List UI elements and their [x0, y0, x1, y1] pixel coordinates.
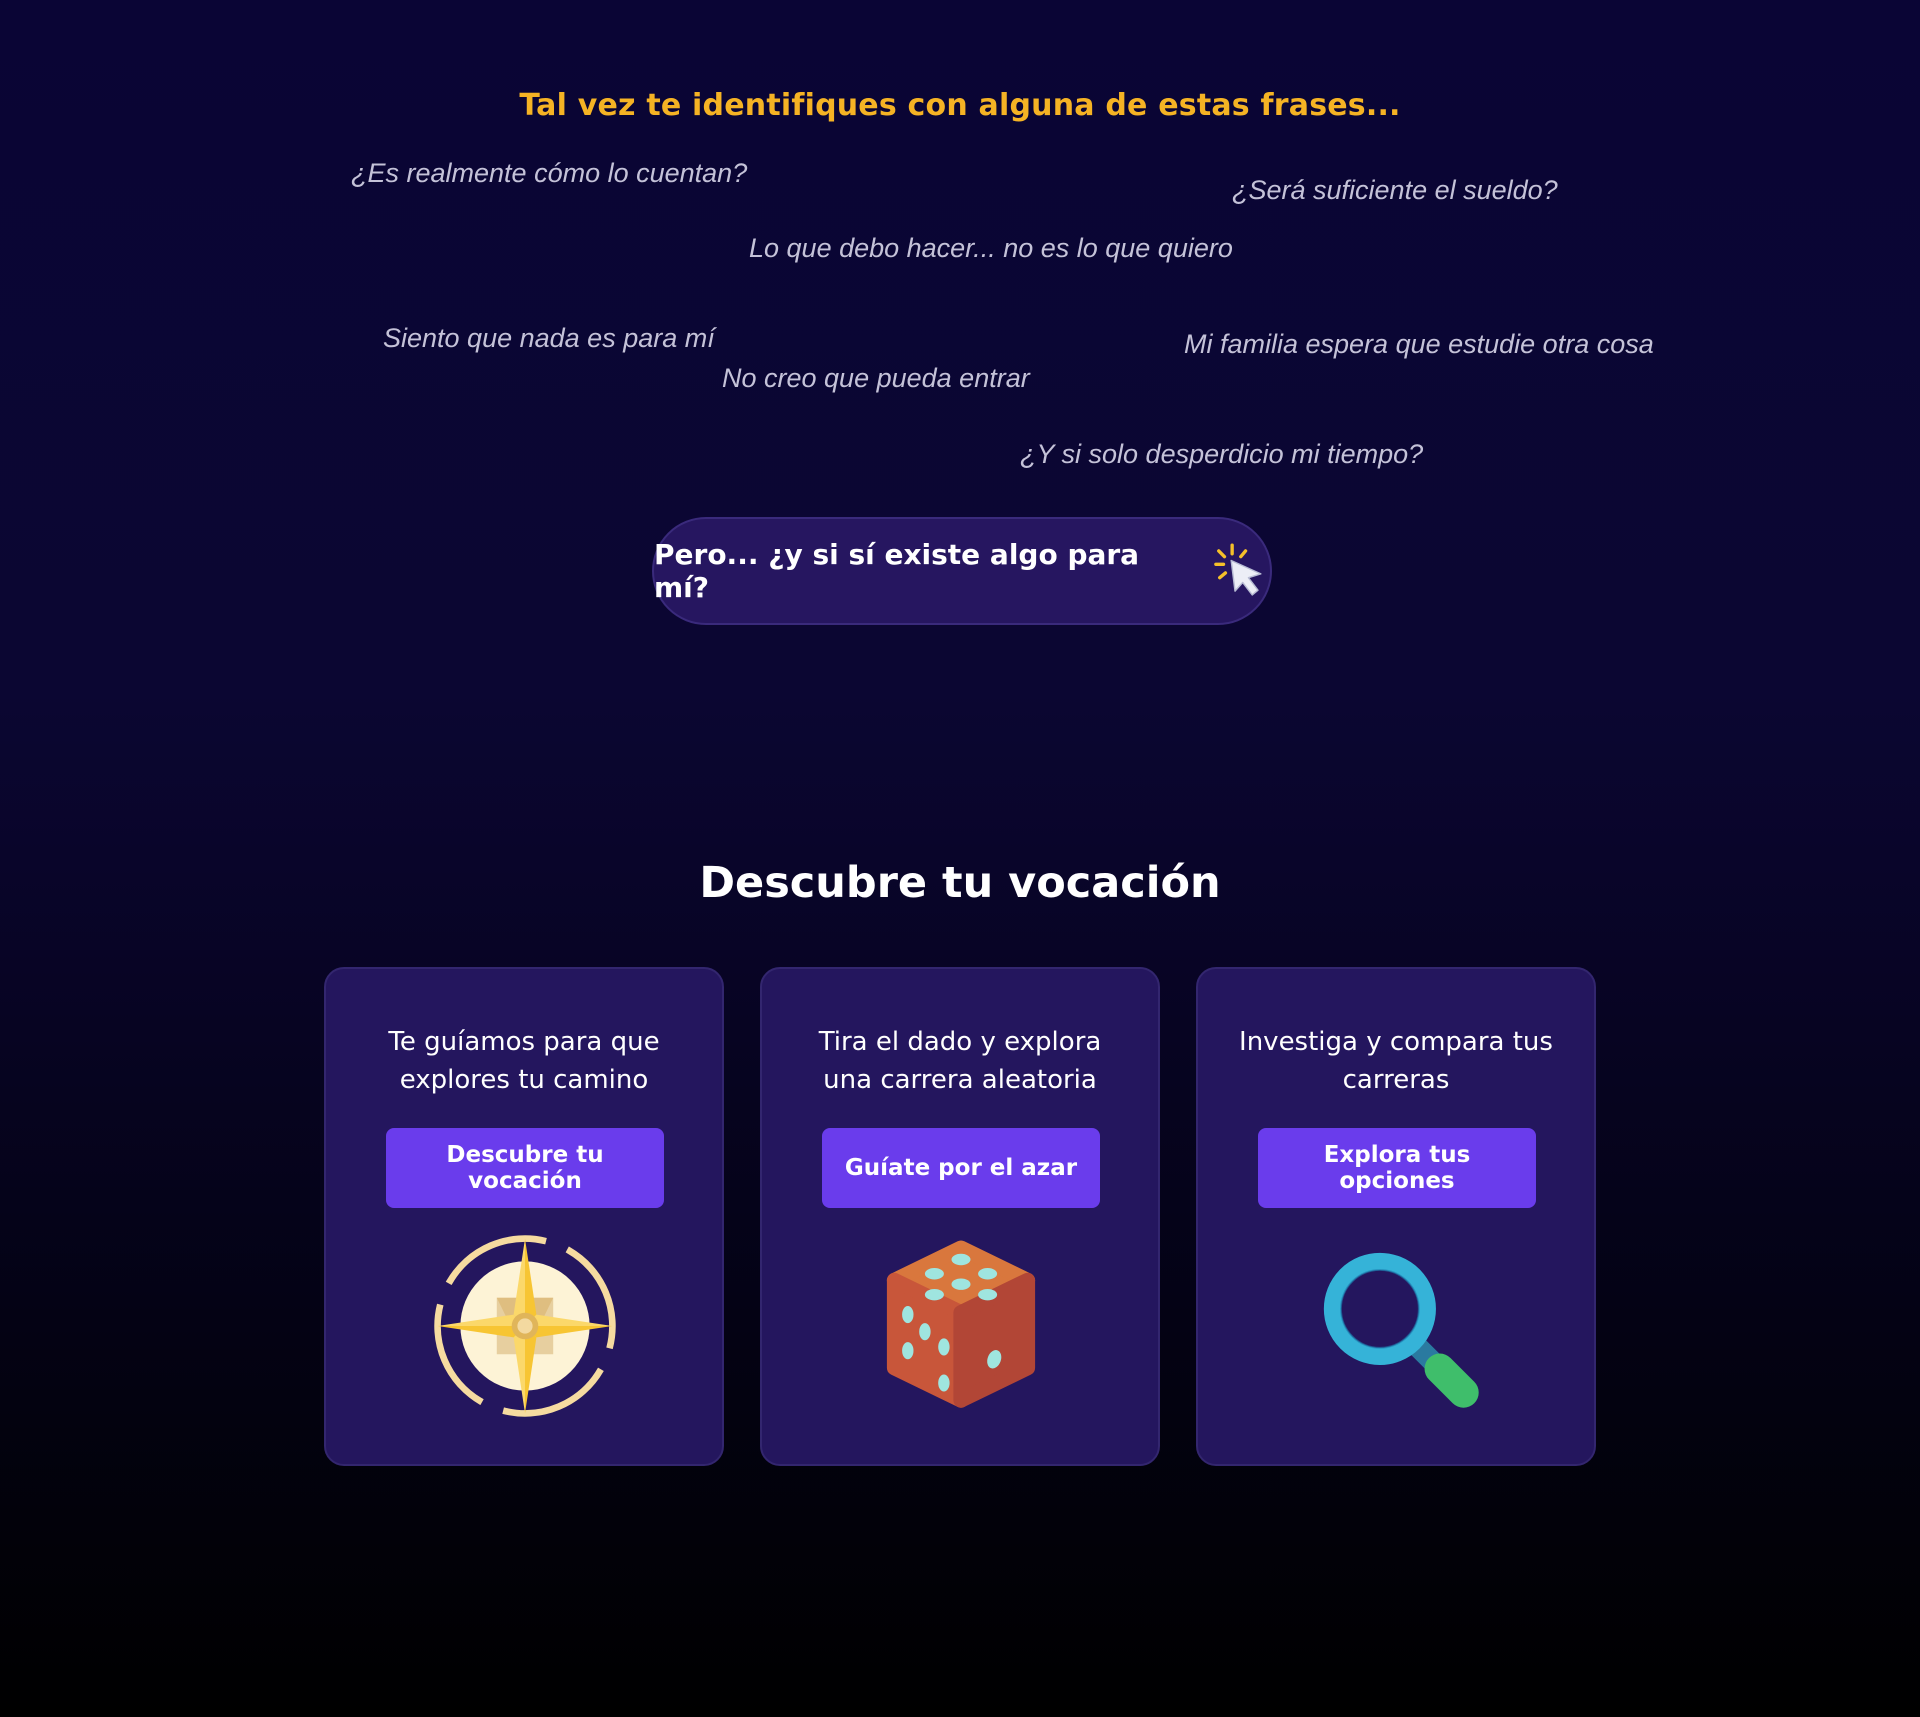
- intro-heading: Tal vez te identifiques con alguna de es…: [519, 88, 1401, 123]
- card-azar: Tira el dado y explora una carrera aleat…: [760, 967, 1160, 1466]
- phrase: Siento que nada es para mí: [383, 323, 715, 353]
- cursor-click-icon: [1213, 543, 1262, 596]
- card-explora: Investiga y compara tus carreras Explora…: [1196, 967, 1596, 1466]
- phrase: Lo que debo hacer... no es lo que quiero: [749, 233, 1233, 263]
- card-text: Tira el dado y explora una carrera aleat…: [818, 1027, 1102, 1095]
- card-text: Te guíamos para que explores tu camino: [388, 1027, 660, 1095]
- card-text: Investiga y compara tus carreras: [1239, 1027, 1553, 1095]
- phrase: ¿Y si solo desperdicio mi tiempo?: [1020, 439, 1424, 469]
- dice-icon: [886, 1240, 1036, 1408]
- descubre-vocacion-button[interactable]: Descubre tu vocación: [386, 1128, 664, 1208]
- cta-button[interactable]: Pero... ¿y si sí existe algo para mí?: [652, 517, 1272, 625]
- compass-icon: [434, 1235, 616, 1417]
- magnifier-icon: [1323, 1252, 1479, 1408]
- phrase: ¿Será suficiente el sueldo?: [1232, 175, 1558, 205]
- cta-label: Pero... ¿y si sí existe algo para mí?: [654, 538, 1140, 604]
- explora-opciones-button[interactable]: Explora tus opciones: [1258, 1128, 1536, 1208]
- phrase: Mi familia espera que estudie otra cosa: [1184, 329, 1654, 359]
- phrase: ¿Es realmente cómo lo cuentan?: [351, 158, 748, 188]
- card-vocacion: Te guíamos para que explores tu camino D…: [324, 967, 724, 1466]
- guiate-azar-button[interactable]: Guíate por el azar: [822, 1128, 1100, 1208]
- phrase: No creo que pueda entrar: [722, 363, 1030, 393]
- section-title: Descubre tu vocación: [699, 858, 1221, 908]
